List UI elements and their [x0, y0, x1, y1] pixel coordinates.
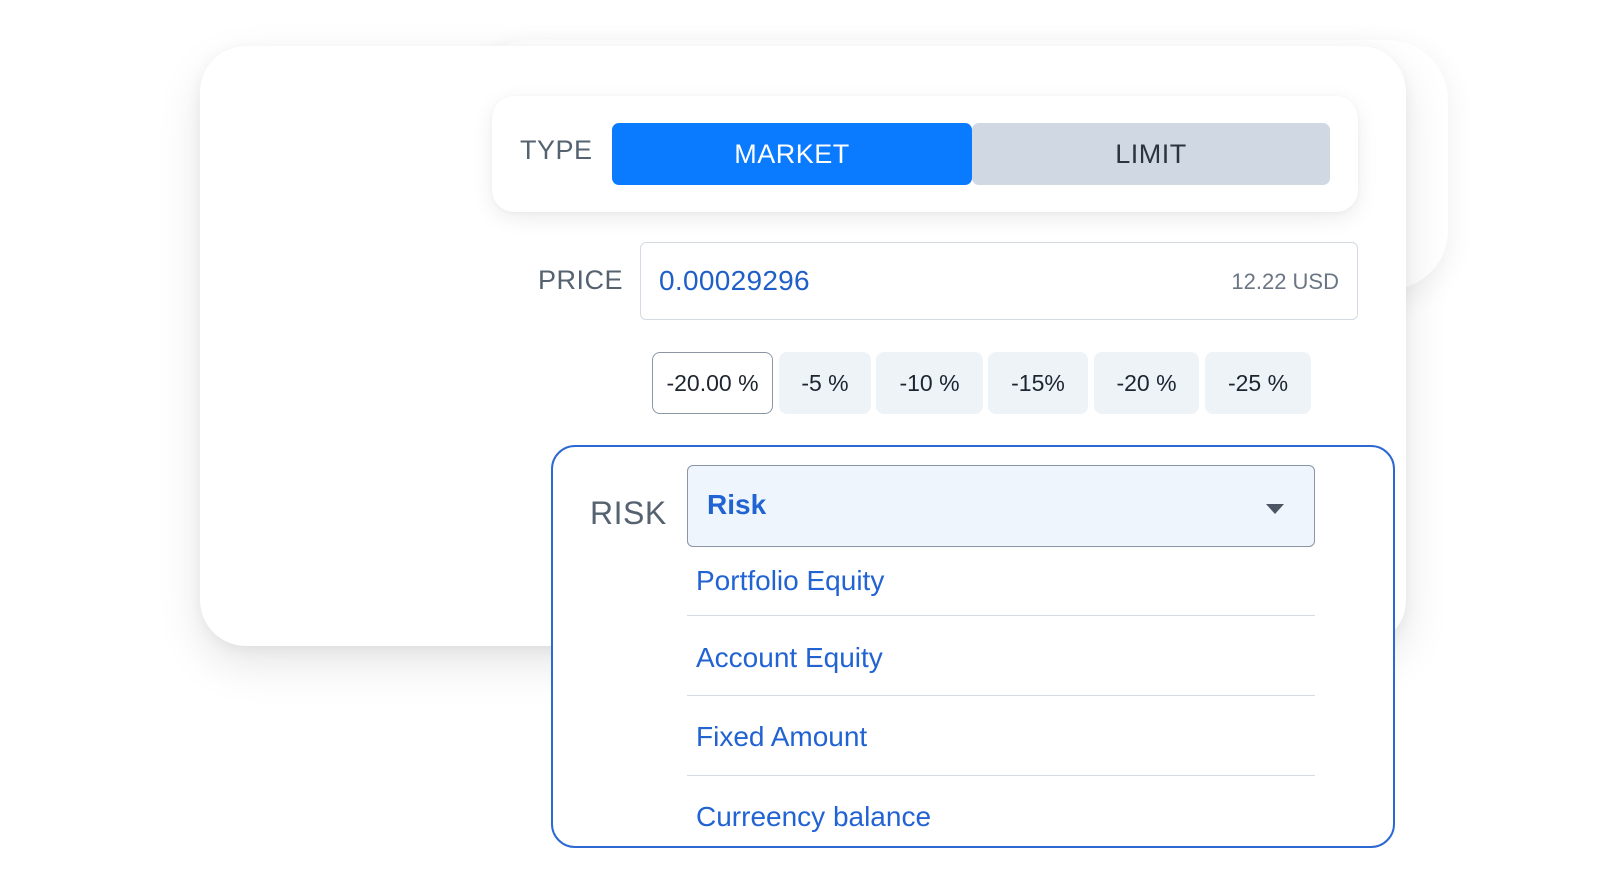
type-label: TYPE: [520, 135, 593, 165]
caret-down-icon: [1266, 504, 1284, 514]
risk-option-account-equity[interactable]: Account Equity: [687, 616, 1315, 696]
percent-chip[interactable]: -5 %: [779, 352, 871, 414]
percent-chip[interactable]: -20 %: [1094, 352, 1199, 414]
option-label: Fixed Amount: [696, 721, 868, 752]
order-form-stage: TYPE MARKET LIMIT PRICE 0.00029296 12.22…: [0, 0, 1600, 883]
option-label: Portfolio Equity: [696, 565, 885, 596]
risk-select-value: Risk: [707, 489, 767, 520]
price-label: PRICE: [538, 265, 624, 295]
risk-label: RISK: [590, 495, 667, 531]
percent-chip[interactable]: -15%: [988, 352, 1088, 414]
option-label: Curreency balance: [696, 801, 932, 832]
price-usd-value: 12.22 USD: [1231, 269, 1339, 294]
price-input[interactable]: 0.00029296 12.22 USD: [640, 242, 1358, 320]
price-value: 0.00029296: [659, 265, 810, 296]
percent-chip-active[interactable]: -20.00 %: [652, 352, 773, 414]
risk-option-fixed-amount[interactable]: Fixed Amount: [687, 696, 1315, 776]
limit-button[interactable]: LIMIT: [972, 123, 1330, 185]
percent-chip[interactable]: -25 %: [1205, 352, 1311, 414]
percent-chip[interactable]: -10 %: [876, 352, 983, 414]
risk-option-portfolio-equity[interactable]: Portfolio Equity: [687, 549, 1315, 616]
market-button[interactable]: MARKET: [612, 123, 972, 185]
risk-select[interactable]: Risk: [687, 465, 1315, 547]
risk-option-currency-balance[interactable]: Curreency balance: [687, 776, 1315, 846]
option-label: Account Equity: [696, 642, 883, 673]
